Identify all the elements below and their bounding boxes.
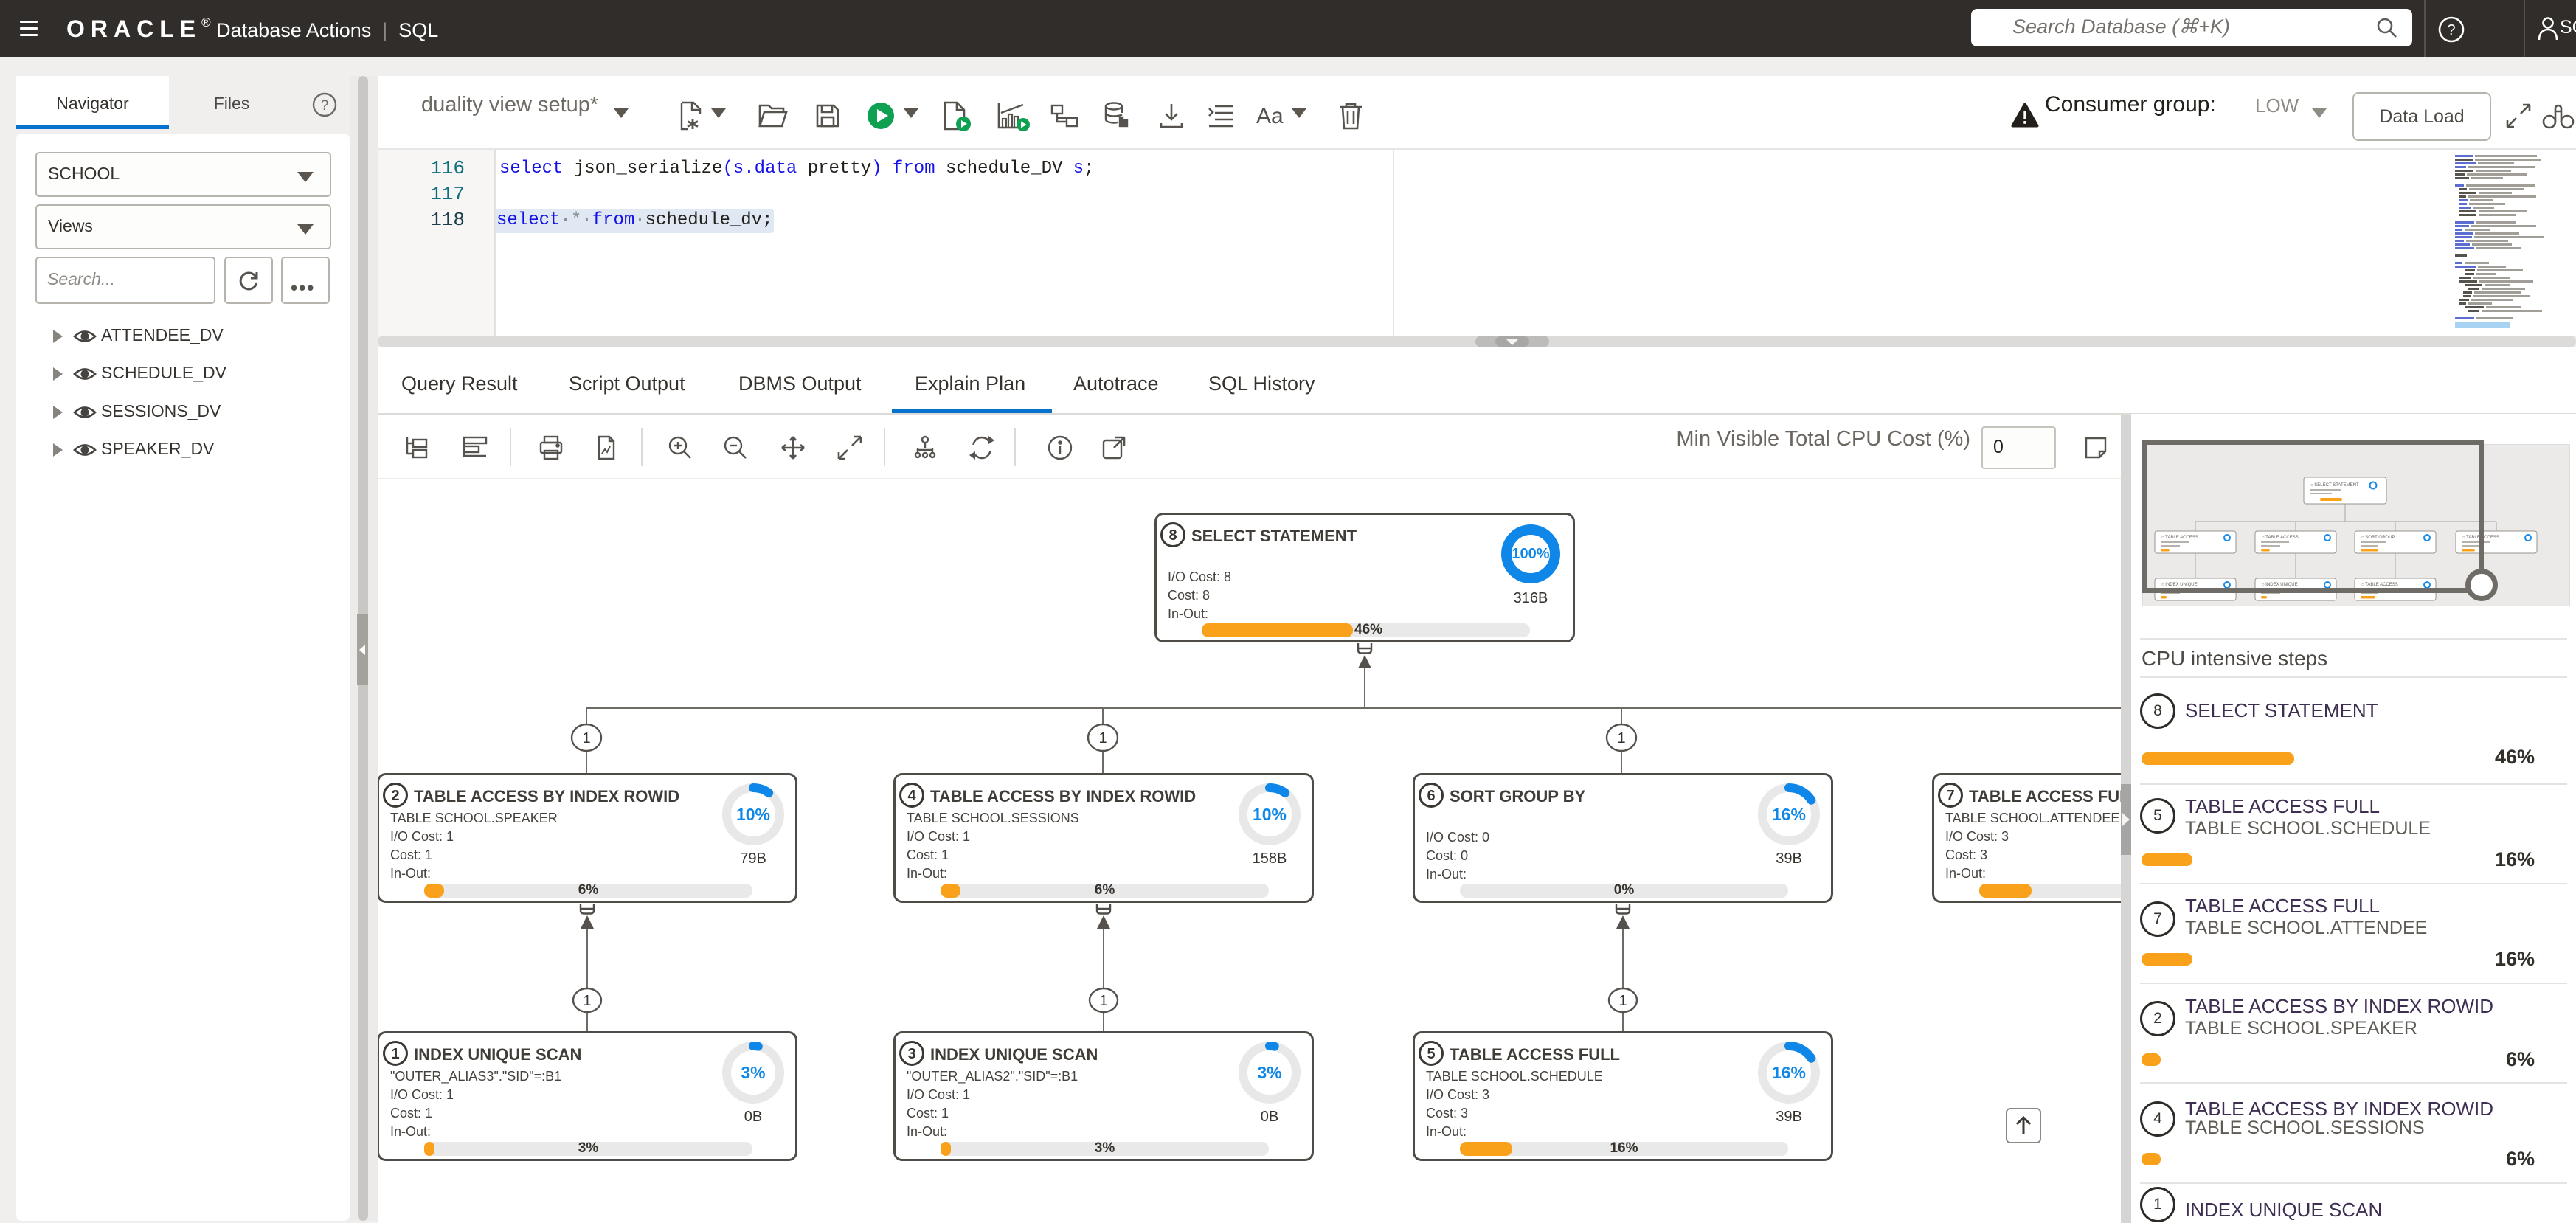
svg-text:1: 1 — [1618, 993, 1627, 1009]
svg-text:1: 1 — [582, 730, 590, 746]
svg-text:?: ? — [2447, 22, 2455, 38]
svg-text:1: 1 — [1098, 730, 1107, 746]
svg-text:1: 1 — [1099, 993, 1107, 1009]
svg-text:?: ? — [321, 98, 329, 114]
svg-text:1: 1 — [583, 993, 591, 1009]
svg-text:1: 1 — [1617, 730, 1625, 746]
